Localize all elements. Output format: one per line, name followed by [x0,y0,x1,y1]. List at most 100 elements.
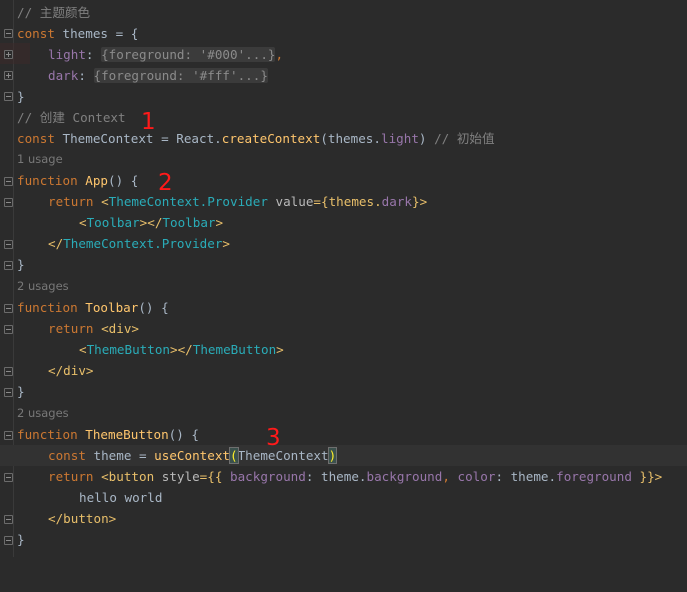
code-text: : theme. [305,469,367,484]
property: color [457,469,496,484]
usage-hint[interactable]: 2 usages [17,276,69,297]
annotation-marker: 1 [141,109,156,135]
code-text: : [85,47,102,62]
keyword: function [17,427,78,442]
jsx-bracket: < [79,342,87,357]
jsx-bracket: }}> [631,469,663,484]
usage-hint[interactable]: 2 usages [17,403,69,424]
comment: // 创建 Context [17,110,126,125]
jsx-bracket: > [276,342,284,357]
jsx-component: ThemeContext.Provider [63,236,223,251]
usage-hint-row[interactable]: 2 usages [0,276,687,297]
code-line[interactable]: <ThemeButton></ThemeButton> [0,339,687,360]
code-line[interactable]: return <ThemeContext.Provider value={the… [0,191,687,212]
keyword: return [48,321,94,336]
code-text: ={themes. [313,194,382,209]
jsx-component: ThemeButton [86,342,170,357]
jsx-text: hello world [79,490,163,505]
code-text: } [17,532,25,547]
punctuation: , [442,469,458,484]
folded-region[interactable]: {foreground: '#fff'...} [93,68,268,83]
code-line[interactable]: light: {foreground: '#000'...}, [0,44,687,65]
function-name: ThemeButton [77,427,169,442]
code-line[interactable]: hello world [0,487,687,508]
code-text: : [78,68,94,83]
code-editor[interactable]: // 主题颜色 const themes = { light: {foregro… [0,0,687,557]
code-line-current[interactable]: const theme = useContext(ThemeContext) [0,445,687,466]
keyword: function [17,173,78,188]
code-text: } [17,89,25,104]
code-line[interactable]: function App() { [0,170,687,191]
code-text: } [17,384,25,399]
jsx-component: ThemeContext.Provider [108,194,268,209]
function-name: useContext [154,448,230,463]
jsx-component: Toolbar [86,215,140,230]
jsx-bracket: </ [48,236,64,251]
keyword: const [17,131,55,146]
code-line[interactable]: </ThemeContext.Provider> [0,233,687,254]
keyword: return [48,194,94,209]
property: background [366,469,443,484]
comment: // 主题颜色 [17,5,91,20]
code-line[interactable]: <Toolbar></Toolbar> [0,212,687,233]
code-line[interactable]: } [0,529,687,550]
usage-hint-row[interactable]: 2 usages [0,403,687,424]
code-text: () { [108,173,139,188]
keyword: return [48,469,94,484]
code-line[interactable]: const ThemeContext = React.createContext… [0,128,687,149]
code-line[interactable]: } [0,381,687,402]
code-text: themes = { [54,26,139,41]
code-line[interactable]: } [0,254,687,275]
property: dark [48,68,79,83]
bracket-match: ( [229,447,239,464]
property: background [230,469,306,484]
keyword: const [48,448,86,463]
keyword: const [17,26,55,41]
code-text: (themes. [320,131,381,146]
function-name: Toolbar [77,300,139,315]
jsx-bracket: < [93,194,109,209]
code-text: ThemeContext = React. [54,131,222,146]
jsx-bracket: < [79,215,87,230]
property: light [48,47,86,62]
usage-hint-row[interactable]: 1 usage [0,149,687,170]
code-line[interactable]: return <button style={{ background: them… [0,466,687,487]
code-line[interactable]: } [0,86,687,107]
folded-region[interactable]: {foreground: '#000'...} [101,47,276,62]
code-text: : theme. [495,469,557,484]
code-line[interactable]: // 创建 Context [0,107,687,128]
property: dark [381,194,412,209]
jsx-bracket: ></ [139,215,163,230]
property: foreground [556,469,632,484]
code-line[interactable]: const themes = { [0,23,687,44]
code-line[interactable]: function ThemeButton() { [0,424,687,445]
jsx-bracket: > [215,215,224,230]
annotation-marker: 2 [158,170,173,196]
jsx-tag: <button [93,469,155,484]
jsx-tag: </button> [48,511,117,526]
jsx-tag: <div> [93,321,139,336]
usage-hint[interactable]: 1 usage [17,149,63,170]
code-line[interactable]: // 主题颜色 [0,2,687,23]
code-text: theme = [85,448,155,463]
code-text: ) [418,131,435,146]
jsx-tag: </div> [48,363,94,378]
bracket-match: ) [327,447,338,464]
jsx-bracket: }> [412,194,428,209]
jsx-attribute: value [267,194,314,209]
function-name: createContext [221,131,321,146]
code-line[interactable]: </button> [0,508,687,529]
comment: // 初始值 [434,131,495,146]
code-line[interactable]: </div> [0,360,687,381]
code-line[interactable]: dark: {foreground: '#fff'...} [0,65,687,86]
code-text: ={{ [199,469,231,484]
jsx-bracket: > [222,236,230,251]
property: light [380,131,419,146]
annotation-marker: 3 [266,425,281,451]
function-name: App [77,173,109,188]
jsx-attribute: style [154,469,200,484]
code-line[interactable]: function Toolbar() { [0,297,687,318]
code-text: ThemeContext [237,448,329,463]
code-text: } [17,257,25,272]
code-line[interactable]: return <div> [0,318,687,339]
